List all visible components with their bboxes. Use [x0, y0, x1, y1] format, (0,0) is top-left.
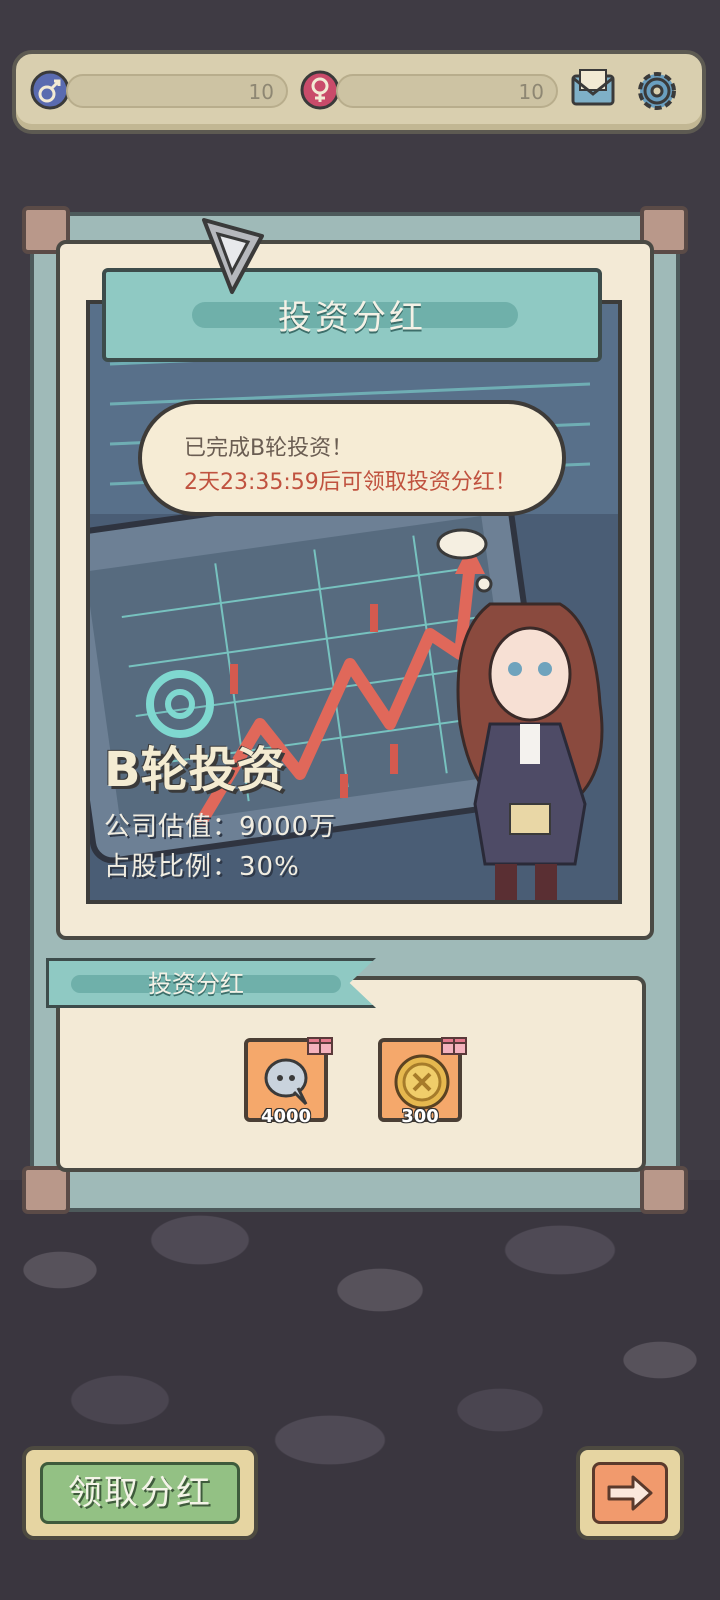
female-stat-bar: 10 — [336, 74, 558, 108]
female-symbol-icon — [300, 70, 340, 110]
frame-corner-bracket — [640, 1166, 688, 1214]
next-button[interactable] — [576, 1446, 684, 1540]
claim-dividend-button[interactable]: 领取分红 — [22, 1446, 258, 1540]
panel-title: 投资分红 — [278, 298, 426, 338]
gift-icon — [307, 1037, 333, 1055]
investment-round-title: B轮投资 — [104, 742, 285, 798]
male-stat-value: 10 — [248, 80, 274, 104]
speech-bubble-icon — [264, 1058, 308, 1106]
gift-icon — [441, 1037, 467, 1055]
company-valuation: 公司估值：9000万 — [104, 812, 337, 842]
gear-icon[interactable] — [632, 66, 682, 116]
paper-clip-icon — [202, 218, 264, 294]
mail-icon[interactable] — [568, 64, 618, 114]
dividend-countdown-text: 2天23:35:59后可领取投资分红！ — [184, 470, 517, 495]
share-ratio: 占股比例：30% — [104, 852, 300, 882]
top-status-bar: 10 10 — [12, 50, 706, 134]
reward-section-label: 投资分红 — [148, 970, 244, 998]
frame-corner-bracket — [22, 1166, 70, 1214]
title-ribbon: 投资分红 — [102, 268, 602, 362]
investment-complete-text: 已完成B轮投资！ — [184, 436, 354, 461]
coin-icon — [394, 1054, 450, 1110]
status-speech-bubble: 已完成B轮投资！ 2天23:35:59后可领取投资分红！ — [138, 400, 566, 516]
claim-dividend-label: 领取分红 — [40, 1462, 240, 1524]
female-stat-value: 10 — [518, 80, 544, 104]
male-symbol-icon — [30, 70, 70, 110]
arrow-right-icon — [607, 1475, 653, 1511]
reward-count-speech: 4000 — [260, 1106, 312, 1127]
male-stat-bar: 10 — [66, 74, 288, 108]
reward-count-coin: 300 — [401, 1106, 439, 1127]
